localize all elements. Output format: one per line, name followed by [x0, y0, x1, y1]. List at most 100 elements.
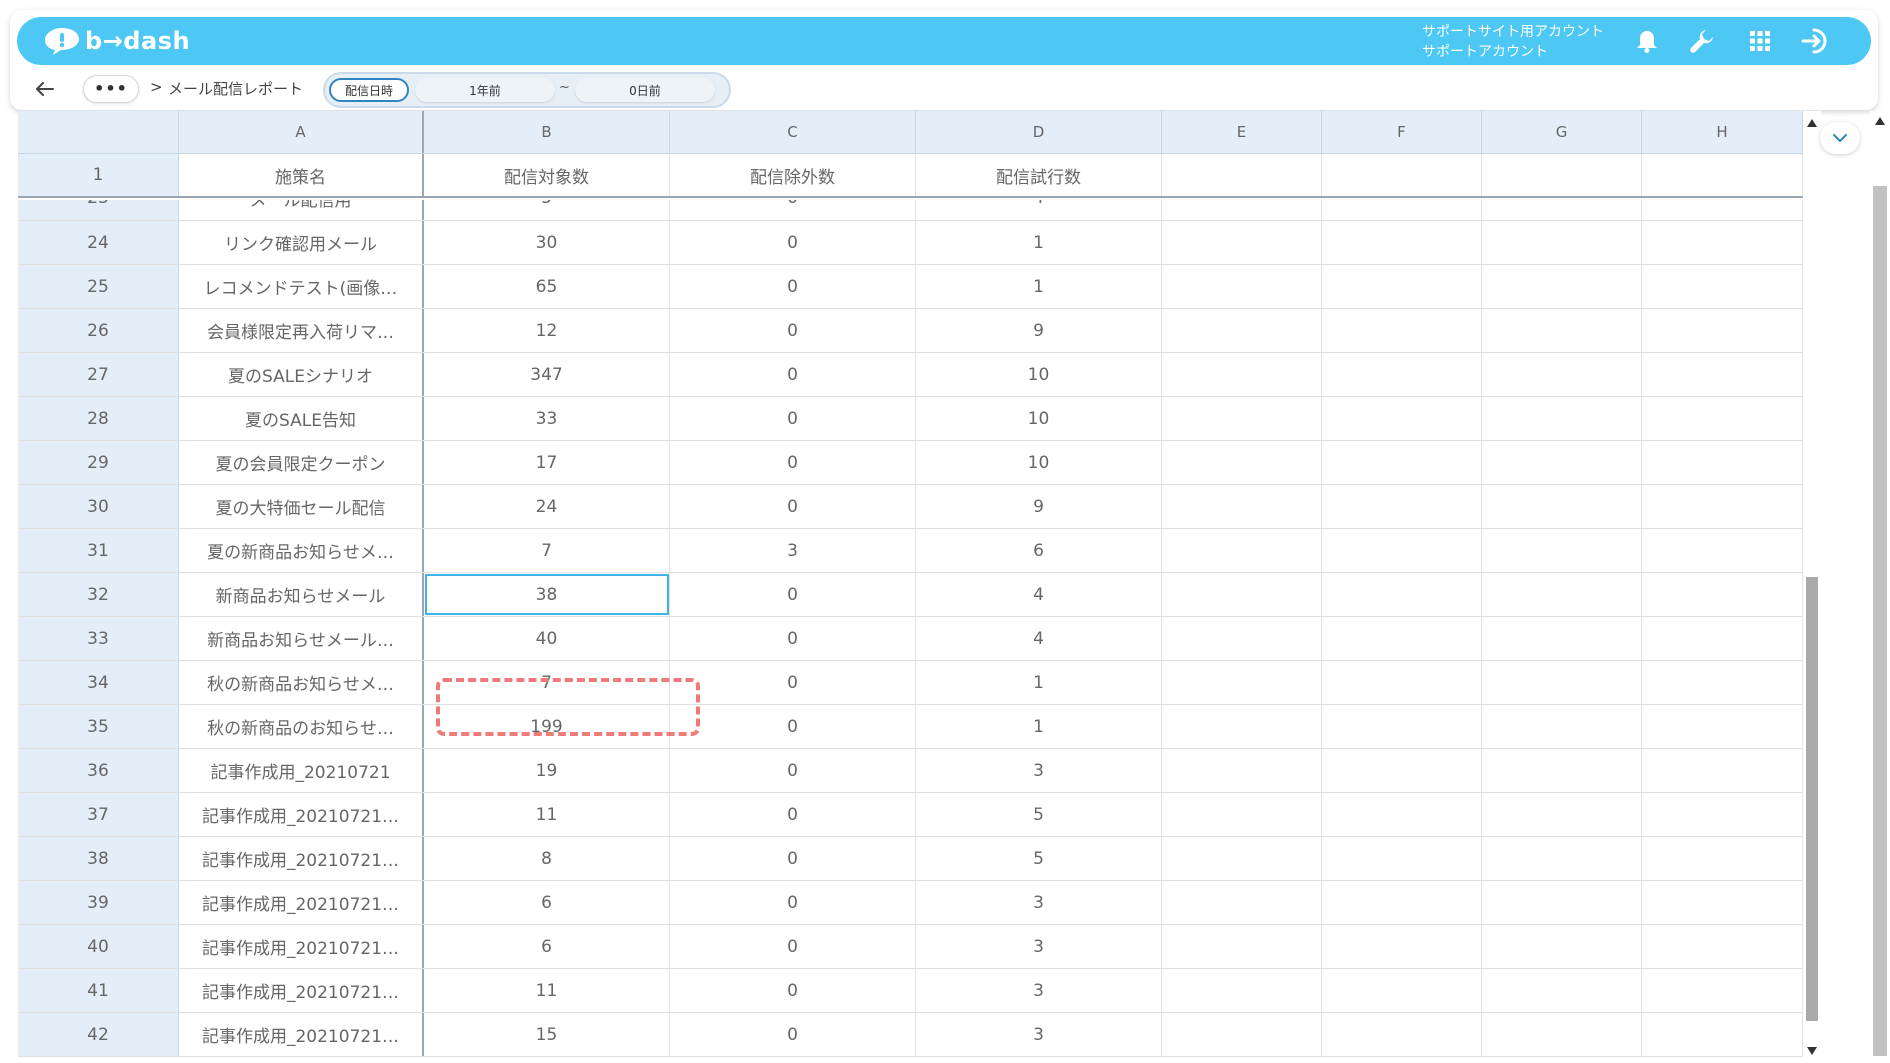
grid-scroll-thumb[interactable]	[1806, 577, 1818, 1021]
cell-d[interactable]: 9	[916, 309, 1162, 352]
cell-c[interactable]: 0	[670, 265, 916, 308]
cell-e[interactable]	[1162, 881, 1322, 924]
cell-e[interactable]	[1162, 441, 1322, 484]
cell-b[interactable]: 5	[424, 200, 670, 220]
cell-a[interactable]: 夏の大特価セール配信	[179, 485, 424, 528]
cell-g[interactable]	[1482, 925, 1642, 968]
cell-g[interactable]	[1482, 881, 1642, 924]
cell-b[interactable]: 199	[424, 705, 670, 748]
cell-e[interactable]	[1162, 397, 1322, 440]
cell-a[interactable]: メール配信用	[179, 200, 424, 220]
row-number[interactable]: 38	[18, 837, 179, 880]
cell-b[interactable]: 7	[424, 661, 670, 704]
cell-e[interactable]	[1162, 1013, 1322, 1056]
cell-c[interactable]: 0	[670, 881, 916, 924]
cell-h[interactable]	[1642, 617, 1803, 660]
cell-a[interactable]: 夏の会員限定クーポン	[179, 441, 424, 484]
row-number[interactable]: 23	[18, 200, 179, 220]
page-vertical-scrollbar[interactable]	[1870, 111, 1890, 1063]
cell-header-g[interactable]	[1482, 154, 1642, 196]
cell-b[interactable]: 33	[424, 397, 670, 440]
row-number[interactable]: 33	[18, 617, 179, 660]
cell-d[interactable]: 3	[916, 749, 1162, 792]
cell-b[interactable]: 347	[424, 353, 670, 396]
row-number[interactable]: 39	[18, 881, 179, 924]
row-number[interactable]: 25	[18, 265, 179, 308]
cell-g[interactable]	[1482, 705, 1642, 748]
apps-grid-icon[interactable]	[1745, 26, 1775, 56]
cell-h[interactable]	[1642, 705, 1803, 748]
cell-c[interactable]: 0	[670, 397, 916, 440]
cell-c[interactable]: 0	[670, 200, 916, 220]
row-number[interactable]: 28	[18, 397, 179, 440]
cell-e[interactable]	[1162, 793, 1322, 836]
cell-e[interactable]	[1162, 200, 1322, 220]
cell-d[interactable]: 9	[916, 485, 1162, 528]
cell-a[interactable]: 記事作成用_20210721…	[179, 837, 424, 880]
column-header-d[interactable]: D	[916, 111, 1162, 153]
cell-b[interactable]: 12	[424, 309, 670, 352]
cell-h[interactable]	[1642, 200, 1803, 220]
cell-e[interactable]	[1162, 265, 1322, 308]
cell-b[interactable]: 7	[424, 529, 670, 572]
cell-e[interactable]	[1162, 617, 1322, 660]
cell-a[interactable]: 会員様限定再入荷リマ…	[179, 309, 424, 352]
cell-d[interactable]: 1	[916, 705, 1162, 748]
cell-a[interactable]: 秋の新商品お知らせメ…	[179, 661, 424, 704]
cell-c[interactable]: 0	[670, 573, 916, 616]
cell-g[interactable]	[1482, 265, 1642, 308]
cell-a[interactable]: 記事作成用_20210721…	[179, 969, 424, 1012]
bell-icon[interactable]	[1632, 26, 1662, 56]
scroll-down-arrow-icon[interactable]	[1807, 1047, 1817, 1055]
cell-b[interactable]: 40	[424, 617, 670, 660]
cell-a[interactable]: 記事作成用_20210721…	[179, 1013, 424, 1056]
cell-d[interactable]: 10	[916, 441, 1162, 484]
date-from-input[interactable]: 1年前	[415, 78, 555, 102]
cell-h[interactable]	[1642, 265, 1803, 308]
column-header-c[interactable]: C	[670, 111, 916, 153]
cell-c[interactable]: 0	[670, 353, 916, 396]
cell-b[interactable]: 11	[424, 969, 670, 1012]
cell-d[interactable]: 4	[916, 573, 1162, 616]
cell-c[interactable]: 0	[670, 837, 916, 880]
cell-f[interactable]	[1322, 969, 1482, 1012]
cell-g[interactable]	[1482, 661, 1642, 704]
cell-d[interactable]: 4	[916, 617, 1162, 660]
cell-e[interactable]	[1162, 969, 1322, 1012]
cell-g[interactable]	[1482, 353, 1642, 396]
cell-f[interactable]	[1322, 529, 1482, 572]
cell-f[interactable]	[1322, 573, 1482, 616]
cell-d[interactable]: 1	[916, 221, 1162, 264]
cell-a[interactable]: 夏のSALE告知	[179, 397, 424, 440]
cell-header-d[interactable]: 配信試行数	[916, 154, 1162, 196]
cell-b[interactable]: 65	[424, 265, 670, 308]
cell-h[interactable]	[1642, 661, 1803, 704]
back-arrow-icon[interactable]	[30, 74, 60, 104]
cell-g[interactable]	[1482, 749, 1642, 792]
row-number[interactable]: 1	[18, 154, 179, 196]
cell-f[interactable]	[1322, 221, 1482, 264]
cell-a[interactable]: 新商品お知らせメール…	[179, 617, 424, 660]
logout-icon[interactable]	[1801, 26, 1831, 56]
panel-collapse-toggle[interactable]	[1820, 122, 1860, 154]
cell-c[interactable]: 0	[670, 1013, 916, 1056]
cell-h[interactable]	[1642, 1013, 1803, 1056]
cell-e[interactable]	[1162, 661, 1322, 704]
column-header-g[interactable]: G	[1482, 111, 1642, 153]
cell-b[interactable]: 6	[424, 925, 670, 968]
page-scroll-up-arrow-icon[interactable]	[1875, 117, 1885, 125]
cell-header-h[interactable]	[1642, 154, 1803, 196]
cell-b[interactable]: 17	[424, 441, 670, 484]
cell-d[interactable]: 3	[916, 881, 1162, 924]
cell-c[interactable]: 0	[670, 793, 916, 836]
cell-f[interactable]	[1322, 1013, 1482, 1056]
cell-a[interactable]: 秋の新商品のお知らせ…	[179, 705, 424, 748]
cell-g[interactable]	[1482, 573, 1642, 616]
row-number[interactable]: 36	[18, 749, 179, 792]
cell-g[interactable]	[1482, 441, 1642, 484]
cell-c[interactable]: 0	[670, 485, 916, 528]
cell-g[interactable]	[1482, 969, 1642, 1012]
row-number[interactable]: 42	[18, 1013, 179, 1056]
cell-header-c[interactable]: 配信除外数	[670, 154, 916, 196]
cell-header-f[interactable]	[1322, 154, 1482, 196]
